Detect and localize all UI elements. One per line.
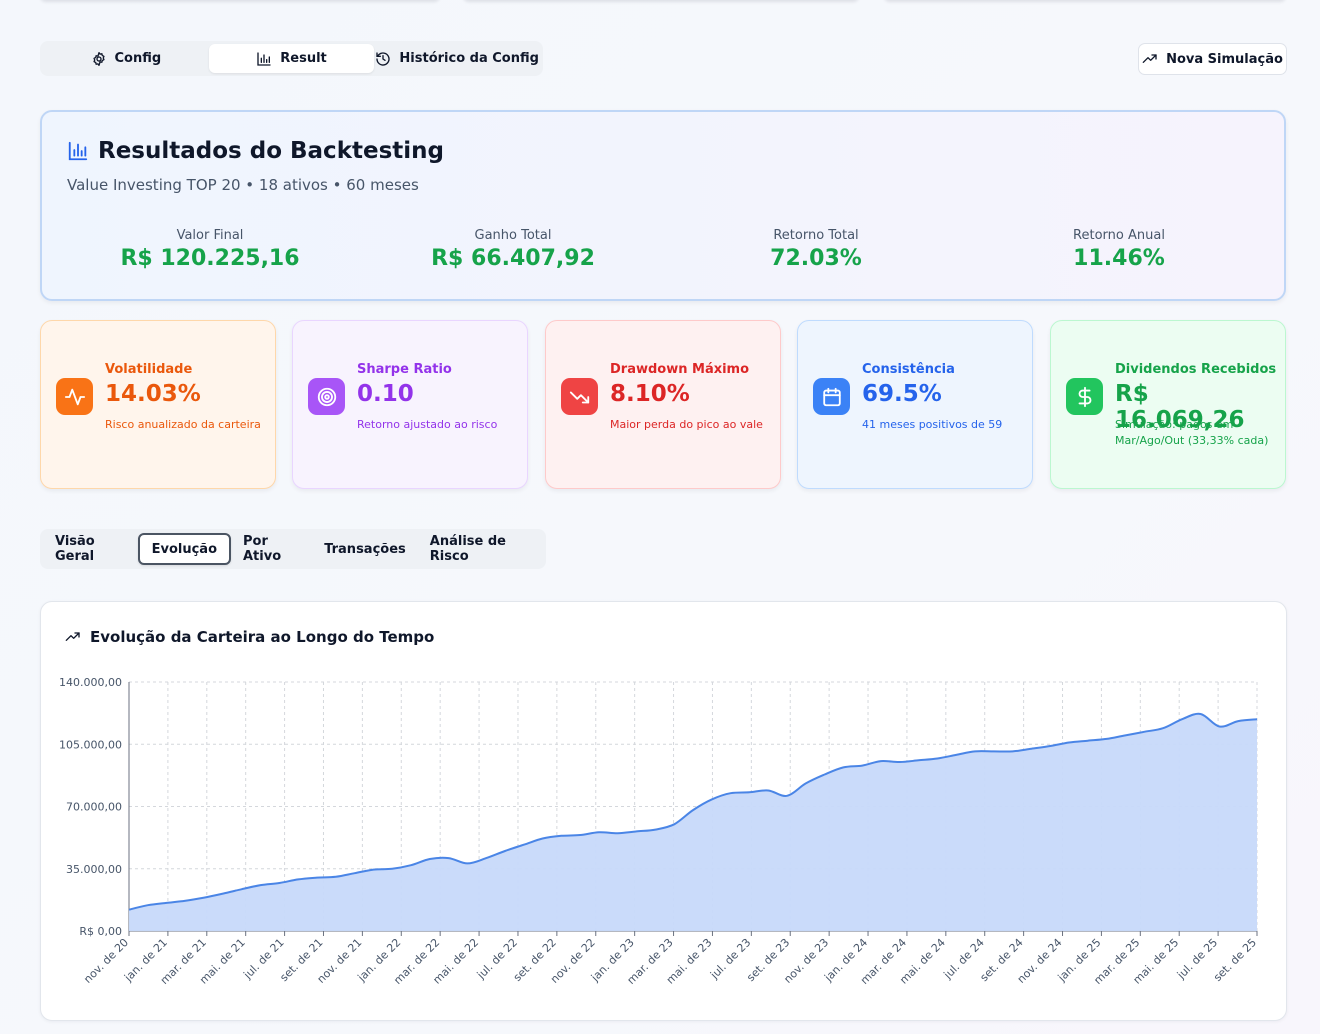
calendar-icon	[813, 378, 850, 415]
metric-card-drawdown: Drawdown Máximo 8.10% Maior perda do pic…	[545, 320, 781, 489]
stat-retorno-anual: Retorno Anual 11.46%	[969, 228, 1269, 271]
trending-up-icon	[1142, 51, 1158, 67]
bar-chart-icon	[256, 51, 272, 67]
results-title-text: Resultados do Backtesting	[98, 138, 444, 164]
metric-card-dividendos: Dividendos Recebidos R$ 16.069,26 Simula…	[1050, 320, 1286, 489]
y-tick-label: 140.000,00	[59, 676, 122, 689]
tab-evolucao[interactable]: Evolução	[137, 533, 231, 565]
metric-value: 14.03%	[105, 381, 201, 407]
new-simulation-label: Nova Simulação	[1166, 51, 1283, 67]
metric-description: Retorno ajustado ao risco	[357, 418, 498, 431]
trending-down-icon	[561, 378, 598, 415]
tab-por-ativo[interactable]: Por Ativo	[231, 533, 312, 565]
metric-value: 8.10%	[610, 381, 690, 407]
stat-value: R$ 66.407,92	[431, 246, 595, 271]
metric-card-consistencia: Consistência 69.5% 41 meses positivos de…	[797, 320, 1033, 489]
y-tick-label: R$ 0,00	[79, 925, 122, 938]
target-icon	[308, 378, 345, 415]
tab-result[interactable]: Result	[208, 44, 375, 73]
stat-valor-final: Valor Final R$ 120.225,16	[60, 228, 360, 271]
tab-label: Config	[114, 51, 162, 66]
y-tick-label: 35.000,00	[66, 863, 122, 876]
history-icon	[375, 51, 391, 67]
tab-config[interactable]: Config	[43, 44, 209, 73]
evolution-chart-card: Evolução da Carteira ao Longo do Tempo R…	[40, 601, 1287, 1021]
metric-card-sharpe: Sharpe Ratio 0.10 Retorno ajustado ao ri…	[292, 320, 528, 489]
stat-ganho-total: Ganho Total R$ 66.407,92	[363, 228, 663, 271]
stat-label: Ganho Total	[474, 228, 552, 243]
evolution-chart: R$ 0,00 35.000,00 70.000,00 105.000,00 140.0…	[59, 676, 1259, 987]
metric-title: Drawdown Máximo	[610, 362, 750, 377]
stat-value: 11.46%	[1073, 246, 1165, 271]
metric-title: Sharpe Ratio	[357, 362, 452, 377]
gear-icon	[91, 51, 107, 67]
x-tick-label: nov. de 20	[81, 936, 131, 986]
tab-label: Histórico da Config	[399, 51, 539, 66]
chart-tabs: Visão Geral Evolução Por Ativo Transaçõe…	[40, 529, 546, 569]
tab-label: Result	[280, 51, 327, 66]
stat-value: R$ 120.225,16	[120, 246, 300, 271]
stat-label: Retorno Total	[773, 228, 859, 243]
stat-label: Retorno Anual	[1073, 228, 1165, 243]
metric-title: Volatilidade	[105, 362, 193, 377]
dollar-icon	[1066, 378, 1103, 415]
results-title: Resultados do Backtesting	[67, 138, 444, 164]
stat-label: Valor Final	[176, 228, 244, 243]
metric-description: Maior perda do pico ao vale	[610, 418, 763, 431]
results-subtitle: Value Investing TOP 20 • 18 ativos • 60 …	[67, 176, 419, 194]
y-tick-label: 70.000,00	[66, 801, 122, 814]
metric-description: Risco anualizado da carteira	[105, 418, 261, 431]
metric-value: 69.5%	[862, 381, 942, 407]
tab-transacoes[interactable]: Transações	[312, 533, 418, 565]
y-tick-label: 105.000,00	[59, 738, 122, 751]
tab-analise-de-risco[interactable]: Análise de Risco	[418, 533, 543, 565]
stat-retorno-total: Retorno Total 72.03%	[666, 228, 966, 271]
series-area	[129, 713, 1257, 931]
metric-value: 0.10	[357, 381, 414, 407]
activity-icon	[56, 378, 93, 415]
results-panel: Resultados do Backtesting Value Investin…	[40, 110, 1286, 301]
metric-description: 41 meses positivos de 59	[862, 418, 1003, 431]
stat-value: 72.03%	[770, 246, 862, 271]
tab-historico[interactable]: Histórico da Config	[374, 44, 540, 73]
view-tabs: Config Result Histórico da Config	[40, 41, 543, 76]
metric-description: Simulação: pagos em Mar/Ago/Out (33,33% …	[1115, 418, 1269, 447]
metric-title: Consistência	[862, 362, 955, 377]
tab-visao-geral[interactable]: Visão Geral	[43, 533, 138, 565]
new-simulation-button[interactable]: Nova Simulação	[1138, 43, 1287, 75]
metric-title: Dividendos Recebidos	[1115, 362, 1277, 377]
metric-card-volatilidade: Volatilidade 14.03% Risco anualizado da …	[40, 320, 276, 489]
bar-chart-icon	[67, 140, 89, 162]
